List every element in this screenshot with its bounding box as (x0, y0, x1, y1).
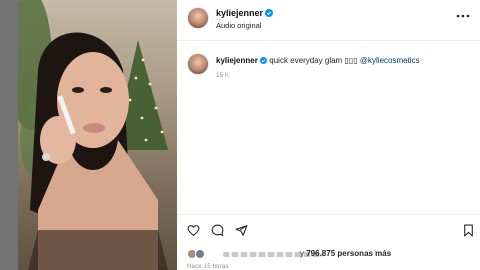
more-horizontal-icon[interactable] (456, 13, 470, 19)
share-icon[interactable] (235, 224, 248, 237)
username-link[interactable]: kyliejenner (216, 8, 263, 18)
action-bar (177, 221, 480, 241)
backdrop-overlay[interactable] (0, 0, 18, 270)
likes-suffix: personas más (337, 249, 392, 258)
caption-avatar[interactable] (187, 53, 209, 75)
caption-text: kyliejenner quick everyday glam ▯▯▯ @kyl… (216, 56, 420, 65)
actions-divider (177, 214, 480, 215)
verified-badge-icon (265, 9, 273, 17)
mention-link[interactable]: @kyliecosmetics (360, 56, 420, 65)
likes-prefix: y (300, 249, 304, 258)
caption-username[interactable]: kyliejenner (216, 56, 258, 65)
avatar (195, 249, 205, 259)
post-modal: kyliejenner Audio original kyliejenner q… (0, 0, 480, 270)
caption: kyliejenner quick everyday glam ▯▯▯ @kyl… (177, 50, 480, 90)
post-photo (18, 0, 168, 270)
bookmark-icon[interactable] (462, 224, 475, 237)
avatar[interactable] (187, 7, 209, 29)
likes-summary[interactable]: y 796.875 personas más (187, 248, 477, 260)
verified-badge-icon (260, 56, 268, 64)
comment-icon[interactable] (211, 224, 224, 237)
post-details-panel: kyliejenner Audio original kyliejenner q… (177, 0, 480, 270)
caption-time: 15 h (216, 72, 229, 79)
post-timestamp[interactable]: Hace 15 horas (187, 264, 229, 270)
header-divider (177, 40, 480, 41)
liker-avatars (187, 249, 217, 259)
likes-count: 796.875 (306, 249, 336, 258)
likes-count-text[interactable]: y 796.875 personas más (300, 249, 391, 258)
audio-link[interactable]: Audio original (216, 21, 261, 30)
heart-icon[interactable] (187, 224, 200, 237)
post-header: kyliejenner Audio original (177, 0, 480, 40)
post-media[interactable] (18, 0, 177, 270)
caption-body: quick everyday glam (269, 56, 343, 65)
caption-emoji: ▯▯▯ (344, 56, 358, 65)
